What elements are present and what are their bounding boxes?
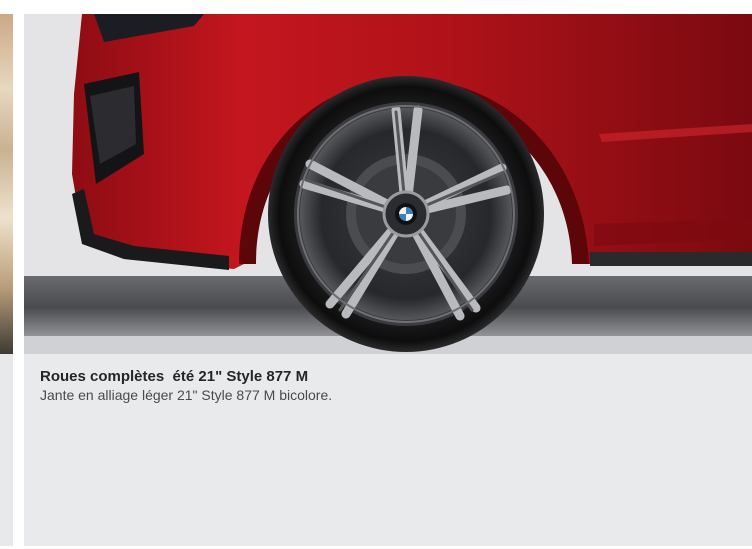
- car-wheel-photo: [24, 14, 752, 354]
- wheel-icon: [268, 76, 544, 352]
- product-title: Roues complètes été 21" Style 877 M: [40, 368, 309, 385]
- product-carousel: Roues complètes été 21" Style 877 M Jant…: [0, 0, 752, 549]
- previous-card-image: [0, 14, 13, 354]
- previous-card[interactable]: [0, 14, 13, 546]
- product-caption: Roues complètes été 21" Style 877 M Jant…: [40, 368, 740, 404]
- bmw-logo-icon: [395, 203, 417, 225]
- wheel-product-image: [24, 14, 752, 354]
- product-description: Jante en alliage léger 21" Style 877 M b…: [40, 387, 333, 403]
- product-card[interactable]: Roues complètes été 21" Style 877 M Jant…: [24, 14, 752, 546]
